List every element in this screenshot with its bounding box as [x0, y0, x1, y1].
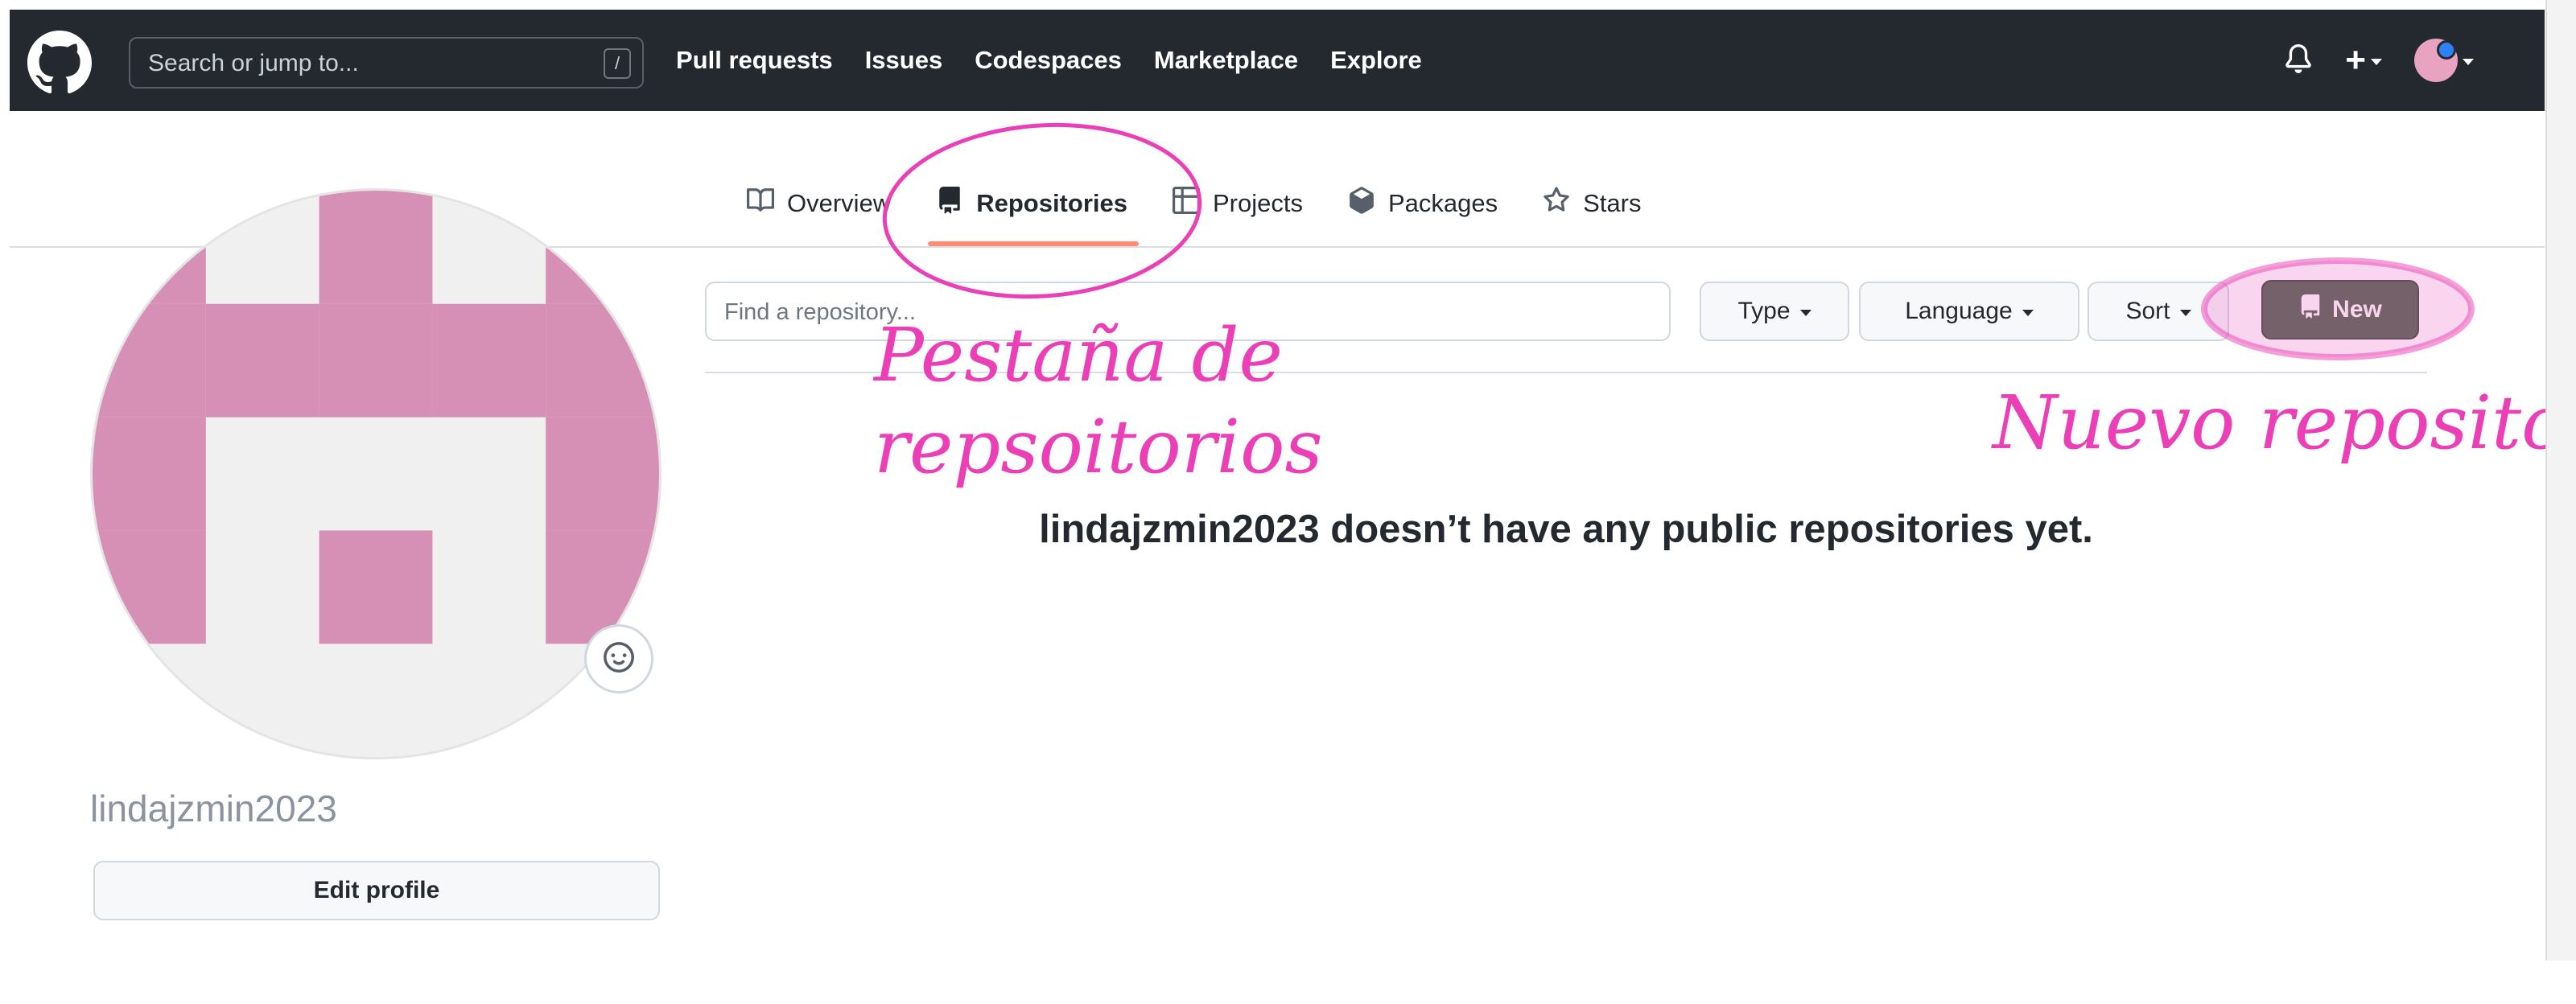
- identicon-cell: [432, 303, 546, 418]
- chevron-down-icon: [2022, 310, 2034, 316]
- annotation-new-note: Nuevo repositorio: [1993, 380, 2576, 466]
- nav-marketplace[interactable]: Marketplace: [1154, 46, 1298, 75]
- type-filter-button[interactable]: Type: [1700, 282, 1849, 341]
- tab-label: Stars: [1583, 189, 1642, 217]
- identicon-cell: [93, 303, 206, 418]
- chevron-down-icon: [2371, 59, 2382, 65]
- identicon-cell: [319, 530, 433, 644]
- annotation-tab-note-line1: Pestaña de: [874, 312, 1283, 398]
- nav-issues[interactable]: Issues: [865, 46, 943, 75]
- repo-icon: [936, 187, 963, 220]
- profile-username: lindajzmin2023: [90, 788, 337, 829]
- identicon-cell: [319, 303, 433, 418]
- nav-codespaces[interactable]: Codespaces: [975, 46, 1122, 75]
- language-label: Language: [1905, 298, 2013, 324]
- nav-explore[interactable]: Explore: [1330, 46, 1422, 75]
- smiley-icon: [604, 641, 634, 677]
- tab-stars[interactable]: Stars: [1543, 175, 1641, 232]
- annotation-tab-note-line2: repsoitorios: [874, 404, 1323, 490]
- tab-repositories[interactable]: Repositories: [928, 175, 1139, 246]
- bell-icon: [2284, 43, 2313, 77]
- language-filter-button[interactable]: Language: [1859, 282, 2079, 341]
- table-icon: [1172, 187, 1200, 220]
- screenshot-bottom-margin: [0, 961, 2576, 1004]
- star-icon: [1543, 187, 1570, 220]
- tab-label: Packages: [1387, 189, 1498, 217]
- notifications-button[interactable]: [2284, 43, 2313, 77]
- screenshot-top-margin: [0, 0, 2576, 10]
- scrollbar-track[interactable]: [2545, 0, 2576, 1004]
- identicon-cell: [93, 417, 206, 531]
- tab-label: Repositories: [976, 189, 1127, 217]
- identicon-cell: [546, 530, 659, 644]
- global-header: / Pull requests Issues Codespaces Market…: [10, 10, 2545, 111]
- chevron-down-icon: [2179, 310, 2191, 316]
- identicon-cell: [205, 303, 319, 418]
- create-new-button[interactable]: +: [2345, 43, 2382, 78]
- github-logo-icon[interactable]: [27, 31, 92, 95]
- edit-profile-button[interactable]: Edit profile: [93, 861, 660, 920]
- search-shortcut-key: /: [604, 48, 631, 79]
- package-icon: [1348, 187, 1375, 220]
- profile-tabs: Overview Repositories Projects Packages …: [747, 175, 1641, 246]
- identicon-cell: [93, 530, 206, 644]
- tab-label: Overview: [787, 189, 892, 217]
- tab-packages[interactable]: Packages: [1348, 175, 1498, 232]
- profile-avatar[interactable]: [90, 188, 662, 759]
- top-nav: Pull requests Issues Codespaces Marketpl…: [676, 10, 1422, 111]
- plus-icon: +: [2345, 40, 2366, 80]
- book-icon: [747, 187, 775, 220]
- header-actions: +: [2284, 10, 2474, 111]
- tab-overview[interactable]: Overview: [747, 175, 891, 232]
- new-label: New: [2332, 296, 2382, 323]
- search-box[interactable]: /: [129, 37, 644, 88]
- tab-projects[interactable]: Projects: [1172, 175, 1303, 232]
- avatar: [2414, 39, 2458, 82]
- type-label: Type: [1737, 298, 1791, 324]
- empty-repositories-message: lindajzmin2023 doesn’t have any public r…: [1039, 508, 2093, 551]
- identicon-cell: [319, 191, 433, 304]
- sort-label: Sort: [2125, 298, 2170, 324]
- new-repository-button[interactable]: New: [2261, 280, 2419, 339]
- search-input[interactable]: [146, 39, 600, 88]
- chevron-down-icon: [1799, 310, 1811, 316]
- tab-label: Projects: [1212, 189, 1303, 217]
- repo-icon: [2298, 294, 2323, 325]
- chevron-down-icon: [2463, 59, 2474, 65]
- nav-pull-requests[interactable]: Pull requests: [676, 46, 833, 75]
- user-menu-button[interactable]: [2414, 39, 2474, 82]
- sort-button[interactable]: Sort: [2088, 282, 2229, 341]
- set-status-button[interactable]: [584, 624, 653, 693]
- identicon-cell: [546, 303, 659, 418]
- identicon-cell: [546, 417, 659, 531]
- identicon-image: [93, 191, 659, 757]
